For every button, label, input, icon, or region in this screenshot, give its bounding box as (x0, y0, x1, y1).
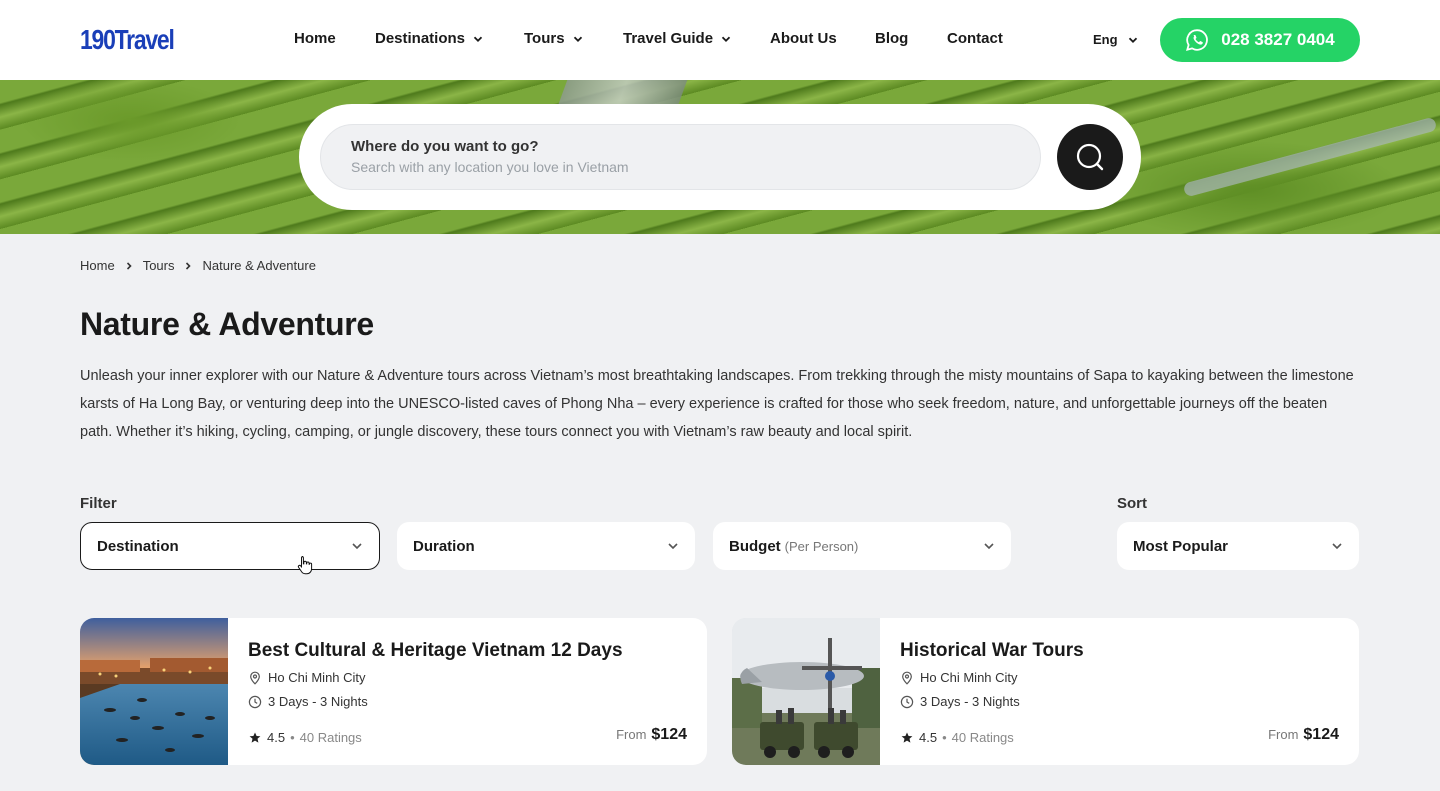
filter-label: Filter (80, 495, 117, 512)
tour-price: From $124 (616, 726, 687, 743)
sort-select[interactable]: Most Popular (1117, 522, 1359, 570)
tour-title[interactable]: Historical War Tours (900, 640, 1084, 662)
nav-contact[interactable]: Contact (947, 30, 1017, 47)
nav-travel-guide[interactable]: Travel Guide (623, 30, 770, 47)
hand-cursor-icon (297, 556, 313, 575)
whatsapp-call-button[interactable]: 028 3827 0404 (1160, 18, 1360, 62)
page-title: Nature & Adventure (80, 306, 374, 342)
nav-home[interactable]: Home (294, 30, 375, 47)
chevron-down-icon (573, 36, 582, 42)
star-icon (901, 732, 913, 743)
chevron-down-icon (1332, 543, 1342, 550)
nav-blog[interactable]: Blog (875, 30, 947, 47)
tour-duration: 3 Days - 3 Nights (900, 694, 1020, 709)
search-input[interactable] (351, 159, 951, 175)
chevron-down-icon (721, 36, 731, 42)
tour-image-hoi-an (80, 618, 228, 765)
main-nav: Home Destinations Tours Travel Guide Abo… (294, 30, 1017, 47)
site-logo[interactable]: 190Travel (80, 24, 175, 56)
clock-icon (900, 695, 914, 708)
tour-rating: 4.5 • 40 Ratings (900, 730, 1014, 745)
breadcrumb-current: Nature & Adventure (202, 258, 316, 273)
chevron-right-icon (186, 261, 192, 270)
tour-location: Ho Chi Minh City (900, 670, 1018, 685)
search-field-container[interactable] (320, 124, 1041, 190)
destination-select[interactable]: Destination (80, 522, 380, 570)
chevron-right-icon (126, 261, 132, 270)
location-pin-icon (902, 671, 912, 685)
hero-image-river (1182, 116, 1438, 198)
breadcrumb-tours[interactable]: Tours (143, 258, 175, 273)
chevron-down-icon (1128, 37, 1137, 43)
chevron-down-icon (352, 543, 362, 550)
bullet-separator: • (290, 730, 295, 745)
nav-about-us[interactable]: About Us (770, 30, 875, 47)
whatsapp-icon (1186, 29, 1209, 51)
tour-price: From $124 (1268, 726, 1339, 743)
chevron-down-icon (984, 543, 994, 550)
tour-card[interactable]: Historical War Tours Ho Chi Minh City 3 … (732, 618, 1359, 765)
search-icon (1076, 143, 1104, 171)
clock-icon (248, 695, 262, 708)
breadcrumb-home[interactable]: Home (80, 258, 115, 273)
tour-title[interactable]: Best Cultural & Heritage Vietnam 12 Days (248, 640, 623, 662)
location-pin-icon (250, 671, 260, 685)
language-selector[interactable]: Eng (1093, 32, 1138, 47)
breadcrumb: Home Tours Nature & Adventure (80, 258, 316, 273)
bullet-separator: • (942, 730, 947, 745)
tour-image-war-museum (732, 618, 880, 765)
star-icon (249, 732, 261, 743)
site-header: 190Travel Home Destinations Tours Travel… (0, 0, 1440, 80)
tour-rating: 4.5 • 40 Ratings (248, 730, 362, 745)
nav-destinations[interactable]: Destinations (375, 30, 524, 47)
sort-label: Sort (1117, 495, 1147, 512)
search-label: Where do you want to go? (351, 138, 539, 155)
tour-duration: 3 Days - 3 Nights (248, 694, 368, 709)
chevron-down-icon (473, 36, 483, 42)
budget-sub-label: (Per Person) (784, 538, 859, 554)
nav-tours[interactable]: Tours (524, 30, 623, 47)
tour-location: Ho Chi Minh City (248, 670, 366, 685)
search-button[interactable] (1057, 124, 1123, 190)
budget-label: Budget (729, 537, 781, 555)
page-description: Unleash your inner explorer with our Nat… (80, 368, 1354, 440)
budget-select[interactable]: Budget (Per Person) (713, 522, 1011, 570)
tour-card[interactable]: Best Cultural & Heritage Vietnam 12 Days… (80, 618, 707, 765)
duration-select[interactable]: Duration (397, 522, 695, 570)
chevron-down-icon (668, 543, 678, 550)
